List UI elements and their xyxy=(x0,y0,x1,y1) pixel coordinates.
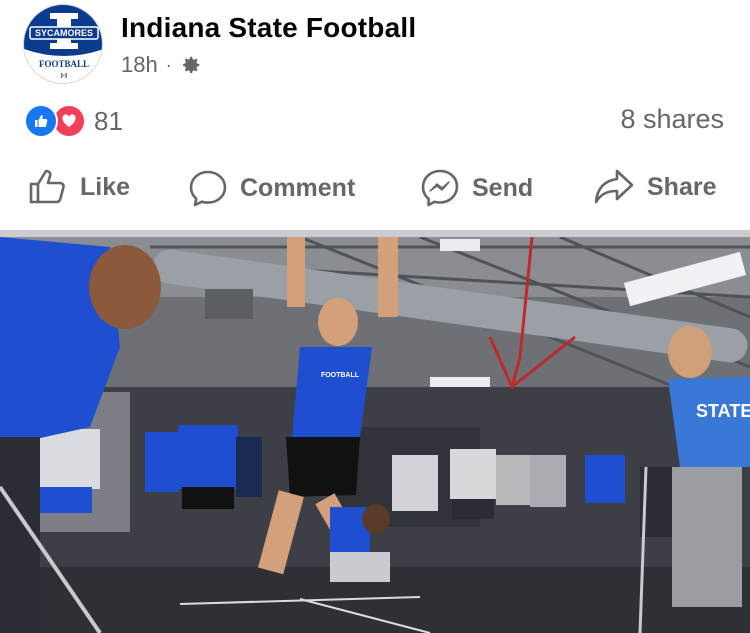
section-divider xyxy=(0,230,750,237)
reaction-stats: 81 8 shares xyxy=(0,100,750,140)
messenger-icon xyxy=(421,169,459,207)
comment-button[interactable]: Comment xyxy=(188,168,355,208)
share-arrow-icon xyxy=(594,169,634,204)
logo-top-text: SYCAMORES xyxy=(35,28,93,38)
post-header: SYCAMORES FOOTBALL I·I Indiana State Foo… xyxy=(0,0,750,92)
svg-text:I·I: I·I xyxy=(61,73,67,80)
comment-label: Comment xyxy=(240,173,356,202)
jersey-text: FOOTBALL xyxy=(321,372,360,379)
gear-icon[interactable] xyxy=(180,54,202,76)
post-meta: 18h · xyxy=(121,52,202,78)
send-label: Send xyxy=(472,173,534,202)
shirt-text: STATE xyxy=(696,401,750,421)
share-button[interactable]: Share xyxy=(593,168,716,206)
comment-bubble-icon xyxy=(189,170,227,207)
vertical-jump-photo: FOOTBALL STATE xyxy=(0,237,750,633)
page-avatar[interactable]: SYCAMORES FOOTBALL I·I xyxy=(23,4,103,84)
action-bar: Like Comment Send Share xyxy=(0,160,750,224)
logo-bottom-text: FOOTBALL xyxy=(39,59,89,69)
like-label: Like xyxy=(80,172,131,201)
post-time[interactable]: 18h xyxy=(121,52,158,78)
page-name[interactable]: Indiana State Football xyxy=(121,12,416,44)
thumbs-up-icon xyxy=(29,169,65,204)
meta-separator: · xyxy=(165,54,172,75)
post-photo[interactable]: FOOTBALL STATE xyxy=(0,237,750,633)
send-button[interactable]: Send xyxy=(420,168,533,208)
reaction-count: 81 xyxy=(94,105,123,136)
sycamores-logo: SYCAMORES FOOTBALL I·I xyxy=(24,5,102,83)
like-icon xyxy=(24,104,58,138)
reaction-summary[interactable]: 81 xyxy=(24,104,123,138)
share-label: Share xyxy=(647,172,717,201)
share-count[interactable]: 8 shares xyxy=(620,104,724,135)
like-button[interactable]: Like xyxy=(28,168,130,206)
